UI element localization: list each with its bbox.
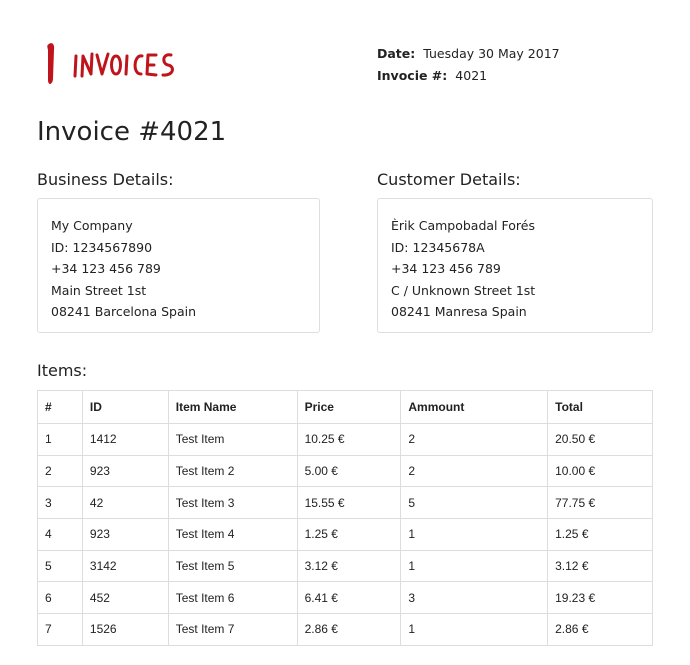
cell-id: 923: [81, 518, 169, 551]
cell-item-name: Test Item 4: [167, 518, 298, 551]
table-row: 4 923 Test Item 4 1.25 € 1 1.25 €: [37, 518, 653, 551]
cell-total: 19.23 €: [547, 581, 653, 615]
cell-number: 5: [37, 549, 83, 583]
table-row: 6 452 Test Item 6 6.41 € 3 19.23 €: [37, 581, 653, 615]
customer-id: ID: 12345678A: [391, 239, 485, 255]
cell-id: 923: [81, 454, 169, 488]
items-table: # ID Item Name Price Ammount Total 1 141…: [37, 390, 653, 646]
invoice-meta: Date: Tuesday 30 May 2017 Invocie #: 4021: [377, 43, 560, 87]
cell-id: 42: [81, 486, 169, 520]
cell-price: 1.25 €: [296, 518, 402, 551]
invoice-number-row: Invocie #: 4021: [377, 65, 560, 87]
cell-amount: 1: [400, 549, 549, 583]
cell-price: 15.55 €: [296, 486, 402, 520]
business-street: Main Street 1st: [51, 282, 147, 298]
customer-details-heading: Customer Details:: [377, 170, 521, 189]
cell-number: 4: [37, 518, 83, 551]
cell-amount: 1: [400, 518, 549, 551]
table-row: 5 3142 Test Item 5 3.12 € 1 3.12 €: [37, 549, 653, 583]
customer-city: 08241 Manresa Spain: [391, 304, 527, 319]
cell-id: 3142: [81, 549, 169, 583]
cell-item-name: Test Item: [167, 423, 298, 456]
cell-item-name: Test Item 7: [167, 613, 298, 646]
cell-id: 1526: [81, 613, 169, 646]
date-row: Date: Tuesday 30 May 2017: [377, 43, 560, 65]
column-header-id: ID: [81, 390, 169, 424]
cell-amount: 2: [400, 423, 549, 456]
cell-item-name: Test Item 3: [167, 486, 298, 520]
items-heading: Items:: [37, 361, 88, 380]
page-title: Invoice #4021: [37, 117, 227, 147]
cell-item-name: Test Item 6: [167, 581, 298, 615]
customer-details-box: Èrik Campobadal Forés ID: 12345678A +34 …: [377, 198, 653, 333]
cell-total: 2.86 €: [547, 613, 653, 646]
invoices-logo-brushstroke: [47, 43, 174, 84]
cell-price: 6.41 €: [296, 581, 402, 615]
table-header-row: # ID Item Name Price Ammount Total: [37, 390, 653, 424]
cell-number: 7: [37, 613, 83, 646]
business-city: 08241 Barcelona Spain: [51, 304, 197, 319]
cell-number: 2: [37, 454, 83, 488]
invoices-logo: [44, 38, 194, 88]
cell-amount: 2: [400, 454, 549, 488]
column-header-total: Total: [547, 390, 653, 424]
cell-id: 452: [81, 581, 169, 615]
column-header-price: Price: [296, 390, 402, 424]
date-value: Tuesday 30 May 2017: [423, 46, 560, 61]
customer-name: Èrik Campobadal Forés: [391, 218, 535, 233]
business-id: ID: 1234567890: [51, 239, 153, 255]
cell-amount: 5: [400, 486, 549, 520]
cell-price: 2.86 €: [296, 613, 402, 646]
cell-amount: 3: [400, 581, 549, 615]
cell-total: 10.00 €: [547, 454, 653, 488]
cell-price: 3.12 €: [296, 549, 402, 583]
business-details-heading: Business Details:: [37, 170, 174, 189]
business-details-box: My Company ID: 1234567890 +34 123 456 78…: [37, 198, 320, 333]
business-name: My Company: [51, 218, 133, 233]
invoice-number-value: 4021: [455, 68, 488, 83]
table-row: 1 1412 Test Item 10.25 € 2 20.50 €: [37, 423, 653, 456]
table-row: 7 1526 Test Item 7 2.86 € 1 2.86 €: [37, 613, 653, 646]
cell-amount: 1: [400, 613, 549, 646]
column-header-amount: Ammount: [400, 390, 549, 424]
business-phone: +34 123 456 789: [51, 261, 161, 276]
cell-total: 20.50 €: [547, 423, 653, 456]
column-header-number: #: [37, 390, 83, 424]
table-row: 3 42 Test Item 3 15.55 € 5 77.75 €: [37, 486, 653, 520]
cell-total: 3.12 €: [547, 549, 653, 583]
customer-street: C / Unknown Street 1st: [391, 282, 536, 298]
cell-number: 3: [37, 486, 83, 520]
column-header-item-name: Item Name: [167, 390, 298, 424]
date-label: Date:: [377, 46, 416, 61]
cell-id: 1412: [81, 423, 169, 456]
cell-price: 10.25 €: [296, 423, 402, 456]
cell-total: 77.75 €: [547, 486, 653, 520]
table-row: 2 923 Test Item 2 5.00 € 2 10.00 €: [37, 454, 653, 488]
cell-number: 6: [37, 581, 83, 615]
invoice-number-label: Invocie #:: [377, 68, 448, 83]
cell-price: 5.00 €: [296, 454, 402, 488]
cell-item-name: Test Item 2: [167, 454, 298, 488]
customer-phone: +34 123 456 789: [391, 261, 501, 276]
cell-number: 1: [37, 423, 83, 456]
cell-item-name: Test Item 5: [167, 549, 298, 583]
cell-total: 1.25 €: [547, 518, 653, 551]
